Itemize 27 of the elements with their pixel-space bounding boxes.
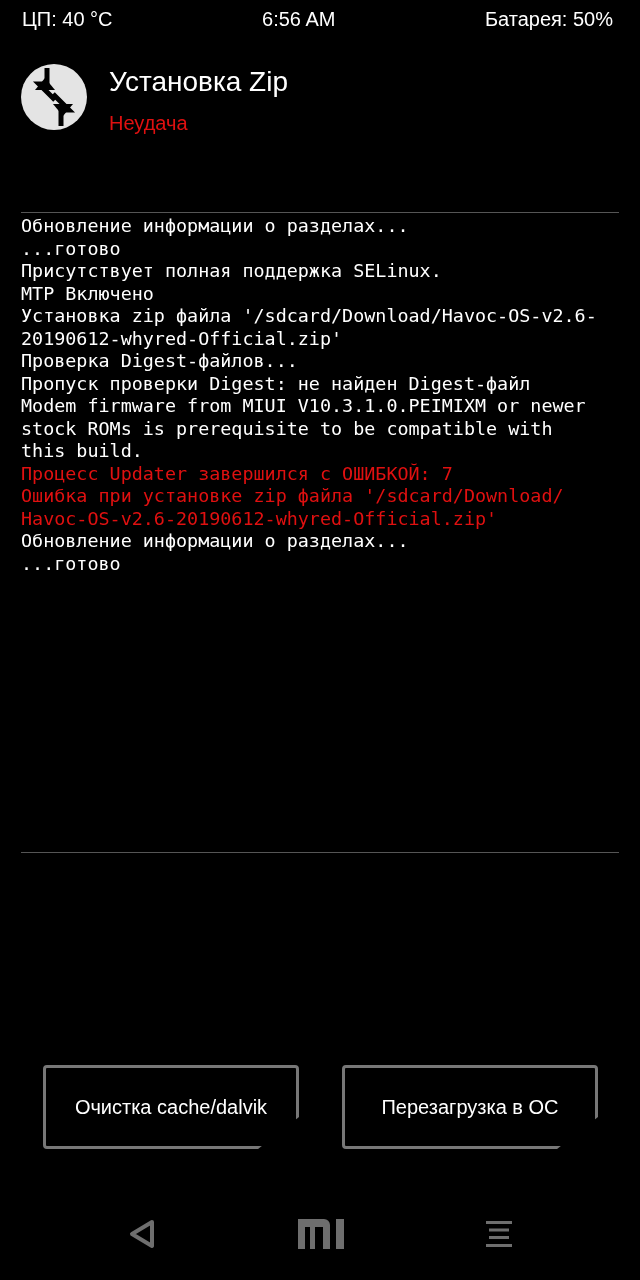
log-line: Пропуск проверки Digest: не найден Digest-файл: [21, 372, 532, 395]
log-line: Присутствует полная поддержка SELinux.: [21, 260, 443, 283]
menu-icon[interactable]: [486, 1221, 512, 1247]
log-line: this build.: [21, 440, 144, 463]
screen-title: Установка Zip: [109, 66, 289, 98]
log-line: ...готово: [21, 552, 122, 575]
log-line: Установка zip файла '/sdcard/Download/Havoc-OS-v2.6-: [21, 305, 598, 328]
cpu-temperature: ЦП: 40 °C: [22, 7, 113, 31]
log-line: Обновление информации о разделах...: [21, 530, 410, 553]
log-line: Процесс Updater завершился с ОШИБКОЙ: 7: [21, 462, 454, 485]
log-line: stock ROMs is prerequisite to be compatible with: [21, 417, 554, 440]
log-line: Havoc-OS-v2.6-20190612-whyred-Official.zip': [21, 507, 499, 530]
back-icon[interactable]: [128, 1219, 156, 1249]
log-line: ...готово: [21, 237, 122, 260]
log-line: Обновление информации о разделах...: [21, 215, 410, 238]
log-line: 20190612-whyred-Official.zip': [21, 327, 344, 350]
action-button[interactable]: Перезагрузка в ОС: [342, 1065, 598, 1149]
app-logo-icon: [21, 64, 87, 130]
action-button[interactable]: Очистка cache/dalvik: [43, 1065, 299, 1149]
log-line: Проверка Digest-файлов...: [21, 350, 299, 373]
battery-level: Батарея: 50%: [484, 7, 613, 31]
result-status: Неудача: [109, 112, 189, 135]
clock: 6:56 AM: [262, 7, 336, 31]
log-line: Modem firmware from MIUI V10.3.1.0.PEIMIXM or newer: [21, 395, 587, 418]
home-logo-icon[interactable]: [298, 1219, 344, 1249]
log-line: MTP Включено: [21, 282, 155, 305]
log-line: Ошибка при установке zip файла '/sdcard/Download/: [21, 485, 565, 508]
